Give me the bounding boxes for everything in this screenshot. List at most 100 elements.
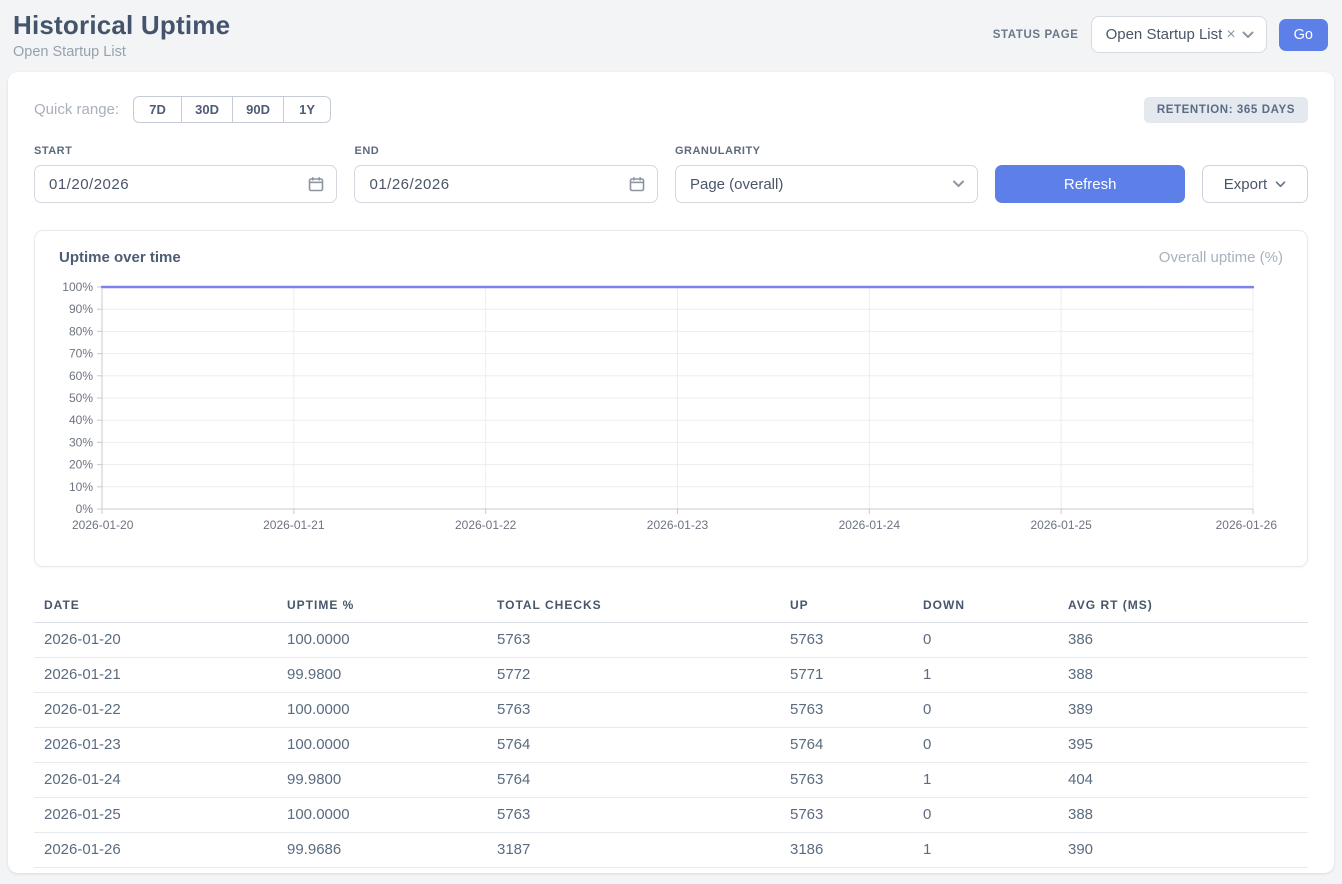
end-date-input[interactable]: 01/26/2026 — [354, 165, 657, 203]
quick-range-90d[interactable]: 90D — [232, 96, 284, 123]
table-cell: 2026-01-26 — [34, 833, 277, 868]
column-header: UP — [780, 590, 913, 623]
chart-legend-label: Overall uptime (%) — [1159, 249, 1283, 266]
svg-text:2026-01-22: 2026-01-22 — [455, 518, 517, 532]
column-header: TOTAL CHECKS — [487, 590, 780, 623]
granularity-label: GRANULARITY — [675, 145, 978, 157]
uptime-chart: 100%90%80%70%60%50%40%30%20%10%0%2026-01… — [57, 280, 1279, 536]
start-date-value: 01/20/2026 — [49, 176, 129, 193]
table-cell: 100.0000 — [277, 623, 487, 658]
table-cell: 2026-01-25 — [34, 798, 277, 833]
svg-text:0%: 0% — [76, 502, 94, 516]
retention-badge: RETENTION: 365 DAYS — [1144, 97, 1308, 123]
svg-text:30%: 30% — [69, 435, 93, 449]
svg-text:60%: 60% — [69, 369, 93, 383]
table-row: 2026-01-2199.9800577257711388 — [34, 658, 1308, 693]
table-cell: 5763 — [780, 693, 913, 728]
column-header: AVG RT (MS) — [1058, 590, 1308, 623]
table-cell: 386 — [1058, 623, 1308, 658]
table-cell: 5764 — [487, 763, 780, 798]
table-cell: 404 — [1058, 763, 1308, 798]
main-panel: Quick range: 7D30D90D1Y RETENTION: 365 D… — [8, 72, 1334, 873]
table-row: 2026-01-22100.0000576357630389 — [34, 693, 1308, 728]
table-cell: 3186 — [780, 833, 913, 868]
top-header: Historical Uptime Open Startup List STAT… — [0, 0, 1342, 64]
svg-text:90%: 90% — [69, 302, 93, 316]
refresh-button[interactable]: Refresh — [995, 165, 1184, 203]
table-row: 2026-01-2499.9800576457631404 — [34, 763, 1308, 798]
status-page-select[interactable]: Open Startup List × — [1091, 16, 1267, 53]
svg-text:2026-01-20: 2026-01-20 — [72, 518, 134, 532]
table-body: 2026-01-20100.00005763576303862026-01-21… — [34, 623, 1308, 868]
chevron-down-icon — [952, 180, 965, 188]
svg-text:70%: 70% — [69, 347, 93, 361]
table-cell: 0 — [913, 623, 1058, 658]
table-cell: 99.9800 — [277, 658, 487, 693]
quick-range-label: Quick range: — [34, 101, 119, 118]
table-cell: 5771 — [780, 658, 913, 693]
svg-text:2026-01-24: 2026-01-24 — [839, 518, 901, 532]
uptime-table: DATEUPTIME %TOTAL CHECKSUPDOWNAVG RT (MS… — [34, 590, 1308, 868]
svg-text:2026-01-23: 2026-01-23 — [647, 518, 709, 532]
granularity-selected-value: Page (overall) — [690, 176, 783, 193]
table-cell: 99.9686 — [277, 833, 487, 868]
quick-range-1y[interactable]: 1Y — [283, 96, 331, 123]
table-cell: 5763 — [487, 623, 780, 658]
table-cell: 2026-01-23 — [34, 728, 277, 763]
table-cell: 0 — [913, 693, 1058, 728]
svg-text:80%: 80% — [69, 324, 93, 338]
quick-range-group: 7D30D90D1Y — [133, 96, 331, 123]
table-cell: 0 — [913, 728, 1058, 763]
table-cell: 100.0000 — [277, 728, 487, 763]
table-cell: 395 — [1058, 728, 1308, 763]
table-cell: 389 — [1058, 693, 1308, 728]
granularity-select[interactable]: Page (overall) — [675, 165, 978, 203]
clear-selection-icon[interactable]: × — [1226, 26, 1235, 44]
table-cell: 390 — [1058, 833, 1308, 868]
table-cell: 1 — [913, 763, 1058, 798]
table-cell: 2026-01-21 — [34, 658, 277, 693]
table-cell: 0 — [913, 798, 1058, 833]
quick-range-30d[interactable]: 30D — [181, 96, 233, 123]
table-cell: 5763 — [780, 623, 913, 658]
page-subtitle: Open Startup List — [13, 44, 230, 60]
table-header: DATEUPTIME %TOTAL CHECKSUPDOWNAVG RT (MS… — [34, 590, 1308, 623]
table-cell: 5764 — [780, 728, 913, 763]
table-cell: 100.0000 — [277, 798, 487, 833]
table-cell: 388 — [1058, 658, 1308, 693]
export-button-label: Export — [1224, 176, 1267, 193]
table-cell: 5763 — [487, 798, 780, 833]
svg-text:50%: 50% — [69, 391, 93, 405]
column-header: DATE — [34, 590, 277, 623]
table-row: 2026-01-20100.0000576357630386 — [34, 623, 1308, 658]
header-right: STATUS PAGE Open Startup List × Go — [993, 16, 1328, 53]
export-button[interactable]: Export — [1202, 165, 1308, 203]
svg-text:2026-01-21: 2026-01-21 — [263, 518, 325, 532]
title-block: Historical Uptime Open Startup List — [13, 10, 230, 60]
table-cell: 5763 — [487, 693, 780, 728]
page-title: Historical Uptime — [13, 10, 230, 41]
calendar-icon[interactable] — [308, 176, 324, 192]
status-page-selected-value: Open Startup List — [1106, 26, 1223, 43]
chevron-down-icon — [1275, 181, 1286, 188]
table-cell: 2026-01-20 — [34, 623, 277, 658]
uptime-chart-card: Uptime over time Overall uptime (%) 100%… — [34, 230, 1308, 567]
table-cell: 2026-01-22 — [34, 693, 277, 728]
table-row: 2026-01-25100.0000576357630388 — [34, 798, 1308, 833]
controls-row: START 01/20/2026 END 01/26/2026 — [34, 145, 1308, 203]
svg-text:2026-01-26: 2026-01-26 — [1216, 518, 1278, 532]
chart-title: Uptime over time — [59, 249, 181, 266]
table-cell: 1 — [913, 658, 1058, 693]
svg-text:40%: 40% — [69, 413, 93, 427]
table-cell: 99.9800 — [277, 763, 487, 798]
quick-range-7d[interactable]: 7D — [133, 96, 182, 123]
calendar-icon[interactable] — [629, 176, 645, 192]
status-page-label: STATUS PAGE — [993, 29, 1079, 41]
svg-text:20%: 20% — [69, 458, 93, 472]
svg-text:2026-01-25: 2026-01-25 — [1030, 518, 1092, 532]
column-header: UPTIME % — [277, 590, 487, 623]
start-label: START — [34, 145, 337, 157]
start-date-input[interactable]: 01/20/2026 — [34, 165, 337, 203]
go-button[interactable]: Go — [1279, 19, 1328, 51]
table-cell: 5763 — [780, 798, 913, 833]
